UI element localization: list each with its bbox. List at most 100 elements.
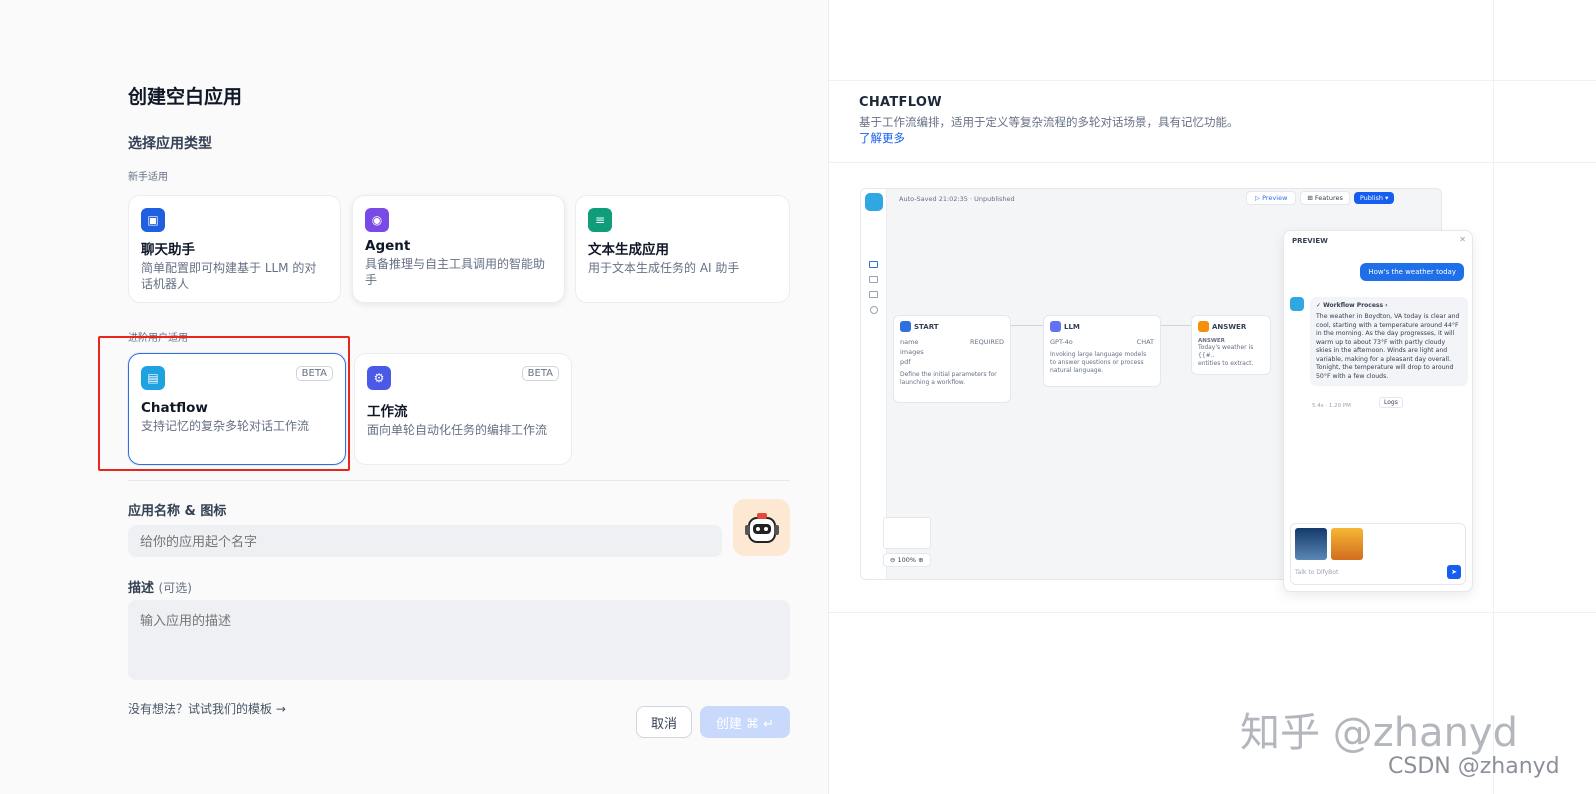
card-desc: 简单配置即可构建基于 LLM 的对话机器人 — [141, 261, 317, 291]
card-title: 聊天助手 — [141, 242, 195, 258]
minimap[interactable] — [883, 517, 931, 549]
highlight-annotation-box — [98, 336, 350, 471]
zoom-level: 100% — [897, 556, 917, 564]
field-name: name — [900, 338, 919, 346]
app-name-input[interactable] — [128, 525, 722, 557]
card-desc: 具备推理与自主工具调用的智能助手 — [365, 257, 546, 287]
layout-icon — [869, 261, 878, 268]
globe-icon — [869, 306, 878, 314]
form-panel: 创建空白应用 选择应用类型 新手适用 ▣ 聊天助手 简单配置即可构建基于 LLM… — [0, 0, 828, 794]
app-type-card-agent[interactable]: ◉ Agent 具备推理与自主工具调用的智能助手 — [352, 195, 565, 303]
publish-button-label: Publish — [1359, 194, 1384, 202]
workflow-icon: ⚙ — [367, 366, 391, 390]
node-desc: Invoking large language models to answer… — [1050, 351, 1147, 374]
app-type-card-workflow[interactable]: ⚙ BETA 工作流 面向单轮自动化任务的编排工作流 — [354, 353, 572, 465]
editor-toolbar: ▷ Preview ⊞ Features Publish ▾ — [1246, 191, 1395, 205]
cancel-button[interactable]: 取消 — [636, 706, 692, 738]
autosave-status: Auto-Saved 21:02:35 · Unpublished — [899, 195, 1015, 203]
send-icon[interactable]: ➤ — [1447, 565, 1461, 579]
close-icon[interactable]: ✕ — [1459, 235, 1466, 244]
attached-image-desert — [1331, 528, 1363, 560]
card-title: 文本生成应用 — [588, 242, 669, 258]
preview-button-label: Preview — [1262, 194, 1288, 202]
csdn-watermark: CSDN @zhanyd — [1388, 754, 1560, 779]
app-icon-picker[interactable] — [733, 499, 790, 556]
node-header: ANSWER — [1198, 321, 1264, 332]
node-title: START — [914, 322, 939, 331]
node-header: LLM — [1050, 321, 1154, 332]
logs-button[interactable]: Logs — [1379, 397, 1403, 408]
start-field: images — [900, 348, 924, 356]
divider — [128, 480, 790, 481]
bot-message-text: The weather in Boydton, VA today is clea… — [1316, 313, 1460, 380]
preview-title: CHATFLOW — [859, 95, 942, 110]
edge — [1161, 325, 1191, 326]
home-icon — [900, 321, 911, 332]
grid-line — [1493, 0, 1494, 794]
answer-node[interactable]: ANSWER ANSWER Today's weather is {{#.. e… — [1191, 315, 1271, 375]
learn-more-link[interactable]: 了解更多 — [859, 131, 905, 145]
card-title: 工作流 — [367, 404, 408, 420]
workflow-process-label: Workflow Process — [1323, 302, 1384, 309]
beta-badge: BETA — [521, 366, 559, 381]
beginner-label: 新手适用 — [128, 172, 168, 183]
app-type-heading: 选择应用类型 — [128, 136, 212, 152]
preview-button[interactable]: ▷ Preview — [1246, 191, 1297, 205]
chat-input-box[interactable]: Talk to DifyBot ➤ — [1290, 523, 1466, 585]
app-description-input[interactable] — [128, 600, 790, 680]
preview-desc-text: 基于工作流编排，适用于定义等复杂流程的多轮对话场景，具有记忆功能。 — [859, 115, 1239, 129]
create-button[interactable]: 创建 ⌘ ↵ — [700, 706, 790, 738]
difybot-logo — [864, 193, 883, 211]
app-type-card-text-generator[interactable]: ≡ 文本生成应用 用于文本生成任务的 AI 助手 — [575, 195, 790, 303]
bot-meta: 5.4s · 1.20 PM — [1312, 403, 1351, 409]
node-title: ANSWER — [1212, 322, 1247, 331]
features-button-label: Features — [1314, 194, 1343, 202]
required-tag: REQUIRED — [969, 338, 1004, 346]
grid-line — [829, 162, 1596, 163]
text-generation-icon: ≡ — [588, 208, 612, 232]
node-desc: entities to extract. — [1198, 360, 1254, 367]
start-field: pdf — [900, 358, 911, 366]
zhihu-watermark: 知乎 @zhanyd — [1240, 710, 1518, 756]
list-icon — [869, 291, 878, 298]
desc-label-text: 描述 — [128, 581, 155, 596]
page-title: 创建空白应用 — [128, 86, 243, 108]
model-name: GPT-4o — [1050, 338, 1073, 346]
desc-optional: (可选) — [158, 581, 192, 595]
template-hint-link[interactable]: 没有想法？试试我们的模板 → — [128, 700, 286, 717]
node-desc: Today's weather is {{#.. — [1198, 344, 1254, 359]
chat-input-placeholder: Talk to DifyBot — [1295, 569, 1339, 576]
zoom-control[interactable]: ⊖ 100% ⊕ — [883, 553, 931, 567]
publish-button[interactable]: Publish ▾ — [1353, 192, 1395, 204]
card-title: Agent — [365, 238, 411, 254]
node-desc: Define the initial parameters for launch… — [900, 371, 997, 386]
answer-icon — [1198, 321, 1209, 332]
card-desc: 面向单轮自动化任务的编排工作流 — [367, 423, 548, 437]
desc-label: 描述 (可选) — [128, 577, 192, 596]
features-button[interactable]: ⊞ Features — [1300, 191, 1350, 205]
workflow-process[interactable]: ✓ Workflow Process › — [1316, 302, 1462, 309]
preview-description: 基于工作流编排，适用于定义等复杂流程的多轮对话场景，具有记忆功能。 了解更多 — [859, 114, 1239, 146]
node-header: START — [900, 321, 1004, 332]
terminal-icon — [869, 276, 878, 283]
llm-node[interactable]: LLM GPT-4o CHAT Invoking large language m… — [1043, 315, 1161, 387]
grid-line — [829, 80, 1596, 81]
chat-preview-title: PREVIEW — [1292, 237, 1328, 245]
agent-icon: ◉ — [365, 208, 389, 232]
start-field: name REQUIRED — [900, 338, 1004, 346]
bot-message: ✓ Workflow Process › The weather in Boyd… — [1310, 297, 1468, 386]
model-mode: CHAT — [1136, 338, 1154, 346]
start-node[interactable]: START name REQUIRED images pdf Define the… — [893, 315, 1011, 403]
app-type-card-chatbot[interactable]: ▣ 聊天助手 简单配置即可构建基于 LLM 的对话机器人 — [128, 195, 341, 303]
chat-bot-icon: ▣ — [141, 208, 165, 232]
chat-preview-panel: PREVIEW ✕ How's the weather today ✓ Work… — [1283, 230, 1473, 592]
brain-icon — [1050, 321, 1061, 332]
attached-image-mountain — [1295, 528, 1327, 560]
user-message: How's the weather today — [1360, 263, 1464, 281]
card-desc: 用于文本生成任务的 AI 助手 — [588, 261, 740, 275]
edge — [1011, 325, 1043, 326]
create-app-dialog: 创建空白应用 选择应用类型 新手适用 ▣ 聊天助手 简单配置即可构建基于 LLM… — [0, 0, 1596, 794]
name-label: 应用名称 & 图标 — [128, 504, 227, 519]
grid-line — [829, 612, 1596, 613]
bot-avatar — [1290, 297, 1304, 311]
